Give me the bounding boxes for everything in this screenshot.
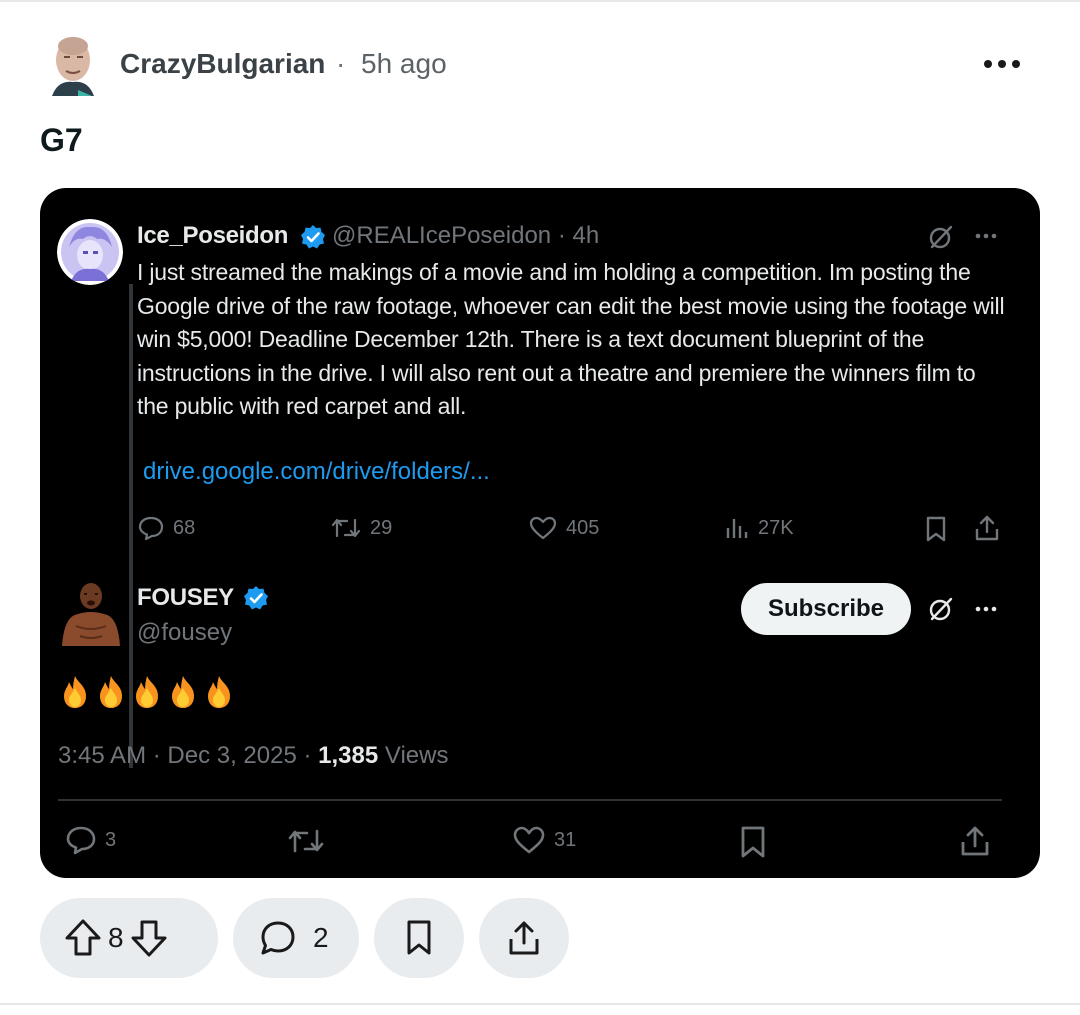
fire-emoji-icon (64, 676, 86, 708)
reply-icon (138, 516, 164, 541)
share-icon (509, 921, 539, 955)
post-title: G7 (40, 122, 83, 158)
verified-badge-icon (244, 586, 268, 610)
heart-icon (529, 516, 557, 540)
fire-emoji-icon (208, 676, 230, 708)
meta-separator: · (336, 48, 346, 79)
quoted-reply-count: 68 (173, 517, 196, 539)
quoted-author-name[interactable]: Ice_Poseidon (137, 221, 288, 251)
downvote-icon[interactable] (130, 918, 168, 958)
quoted-share-icon[interactable] (973, 514, 1001, 542)
quoted-bookmark-icon[interactable] (923, 515, 949, 543)
tweet-divider (58, 799, 1002, 801)
fire-emoji-row (58, 674, 236, 710)
drive-link[interactable]: drive.google.com/drive/folders/... (143, 456, 490, 488)
reply-icon (66, 826, 96, 855)
views-icon (726, 519, 748, 538)
verified-badge-icon (301, 225, 325, 249)
reply-like-count: 31 (554, 829, 577, 851)
grok-icon[interactable] (928, 596, 954, 622)
fousey-avatar (58, 580, 124, 646)
reply-share-icon[interactable] (958, 824, 992, 858)
quoted-more-icon[interactable] (974, 226, 998, 246)
reply-bookmark-icon[interactable] (738, 825, 768, 859)
quoted-tweet-text: I just streamed the makings of a movie a… (137, 259, 1005, 419)
reply-reply-count: 3 (105, 829, 117, 851)
share-button[interactable] (479, 898, 569, 978)
reply-author-handle: @fousey (137, 619, 233, 646)
quoted-retweet-button[interactable]: 29 (330, 514, 392, 542)
retweet-icon (331, 518, 361, 538)
reply-more-icon[interactable] (974, 599, 998, 619)
ice-poseidon-avatar (57, 219, 123, 285)
reply-tweet-meta: 3:45 AM · Dec 3, 2025 · 1,385 Views (58, 741, 448, 771)
fire-emoji-icon (172, 676, 194, 708)
post-timestamp: 5h ago (361, 48, 447, 79)
vote-pill: 8 (40, 898, 218, 978)
reply-reply-button[interactable]: 3 (65, 825, 116, 855)
reply-retweet-icon[interactable] (286, 825, 326, 857)
fire-emoji-icon (100, 676, 122, 708)
heart-icon (513, 826, 545, 854)
quoted-retweet-count: 29 (370, 517, 393, 539)
bottom-divider (0, 1003, 1080, 1005)
bookmark-icon (407, 920, 431, 955)
quoted-like-button[interactable]: 405 (528, 514, 599, 542)
reply-tweet-views-label: Views (378, 742, 449, 769)
reply-tweet-views-count: 1,385 (318, 742, 379, 769)
save-button[interactable] (374, 898, 464, 978)
quoted-handle-time: @REALIcePoseidon · 4h (332, 222, 600, 249)
user-avatar[interactable] (44, 34, 102, 96)
quoted-like-count: 405 (566, 517, 600, 539)
fire-emoji-icon (136, 676, 158, 708)
reply-tweet-timestamp: 3:45 AM · Dec 3, 2025 · (58, 742, 319, 769)
quoted-views-button[interactable]: 27K (724, 514, 794, 542)
quoted-reply-button[interactable]: 68 (137, 514, 195, 542)
comment-count: 2 (313, 922, 329, 953)
reply-author-name[interactable]: FOUSEY (137, 583, 234, 613)
upvote-icon[interactable] (64, 918, 102, 958)
subscribe-button[interactable]: Subscribe (741, 583, 911, 635)
tweet-embed-image[interactable]: Ice_Poseidon @REALIcePoseidon · 4h I jus… (40, 188, 1040, 878)
post-author[interactable]: CrazyBulgarian (120, 46, 325, 82)
more-options-icon[interactable] (978, 46, 1026, 82)
reply-like-button[interactable]: 31 (512, 825, 576, 855)
comments-button[interactable]: 2 (233, 898, 359, 978)
grok-icon[interactable] (928, 224, 954, 250)
comment-icon (261, 921, 295, 955)
quoted-views-count: 27K (758, 517, 794, 539)
top-divider (0, 0, 1080, 2)
vote-count: 8 (108, 922, 124, 953)
